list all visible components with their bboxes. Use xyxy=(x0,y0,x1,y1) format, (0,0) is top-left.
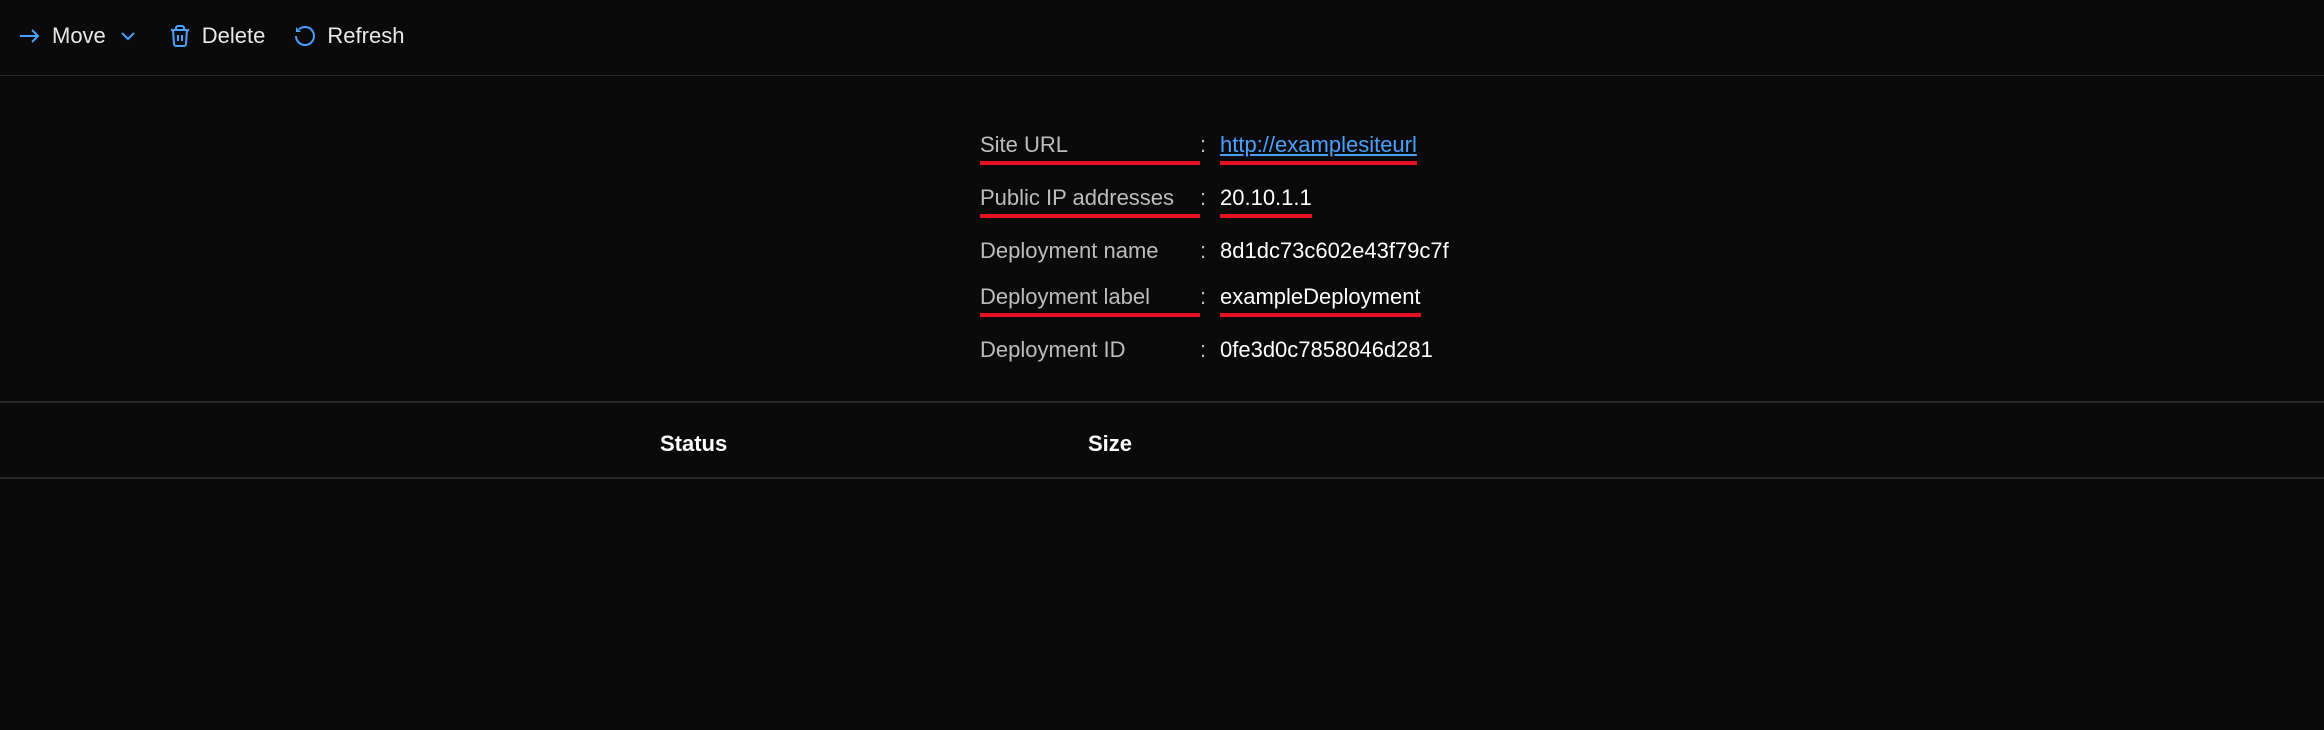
refresh-label: Refresh xyxy=(327,23,404,49)
row-site-url: Site URL : http://examplesiteurl xyxy=(980,132,2324,165)
label-site-url: Site URL xyxy=(980,132,1200,165)
row-deployment-name: Deployment name : 8d1dc73c602e43f79c7f xyxy=(980,238,2324,264)
toolbar: Move Delete Refresh xyxy=(0,0,2324,76)
trash-icon xyxy=(168,24,192,48)
move-button[interactable]: Move xyxy=(18,23,140,49)
row-deployment-id: Deployment ID : 0fe3d0c7858046d281 xyxy=(980,337,2324,363)
delete-button[interactable]: Delete xyxy=(168,23,266,49)
colon: : xyxy=(1200,337,1220,363)
delete-label: Delete xyxy=(202,23,266,49)
label-public-ip: Public IP addresses xyxy=(980,185,1200,218)
colon: : xyxy=(1200,132,1220,158)
move-label: Move xyxy=(52,23,106,49)
refresh-button[interactable]: Refresh xyxy=(293,23,404,49)
column-header-status[interactable]: Status xyxy=(660,431,1060,457)
chevron-down-icon xyxy=(116,24,140,48)
value-deployment-name: 8d1dc73c602e43f79c7f xyxy=(1220,238,1449,264)
value-site-url[interactable]: http://examplesiteurl xyxy=(1220,132,1417,165)
value-public-ip: 20.10.1.1 xyxy=(1220,185,1312,218)
content-area: Site URL : http://examplesiteurl Public … xyxy=(0,76,2324,383)
label-deployment-id: Deployment ID xyxy=(980,337,1200,363)
details-pane: Site URL : http://examplesiteurl Public … xyxy=(980,76,2324,383)
refresh-icon xyxy=(293,24,317,48)
value-deployment-id: 0fe3d0c7858046d281 xyxy=(1220,337,1433,363)
colon: : xyxy=(1200,284,1220,310)
column-header-size[interactable]: Size xyxy=(1088,431,1132,457)
colon: : xyxy=(1200,185,1220,211)
row-deployment-label: Deployment label : exampleDeployment xyxy=(980,284,2324,317)
table-header-row: Status Size xyxy=(0,401,2324,479)
colon: : xyxy=(1200,238,1220,264)
label-deployment-label: Deployment label xyxy=(980,284,1200,317)
left-pane xyxy=(0,76,980,383)
label-deployment-name: Deployment name xyxy=(980,238,1200,264)
arrow-right-icon xyxy=(18,24,42,48)
value-deployment-label: exampleDeployment xyxy=(1220,284,1421,317)
row-public-ip: Public IP addresses : 20.10.1.1 xyxy=(980,185,2324,218)
